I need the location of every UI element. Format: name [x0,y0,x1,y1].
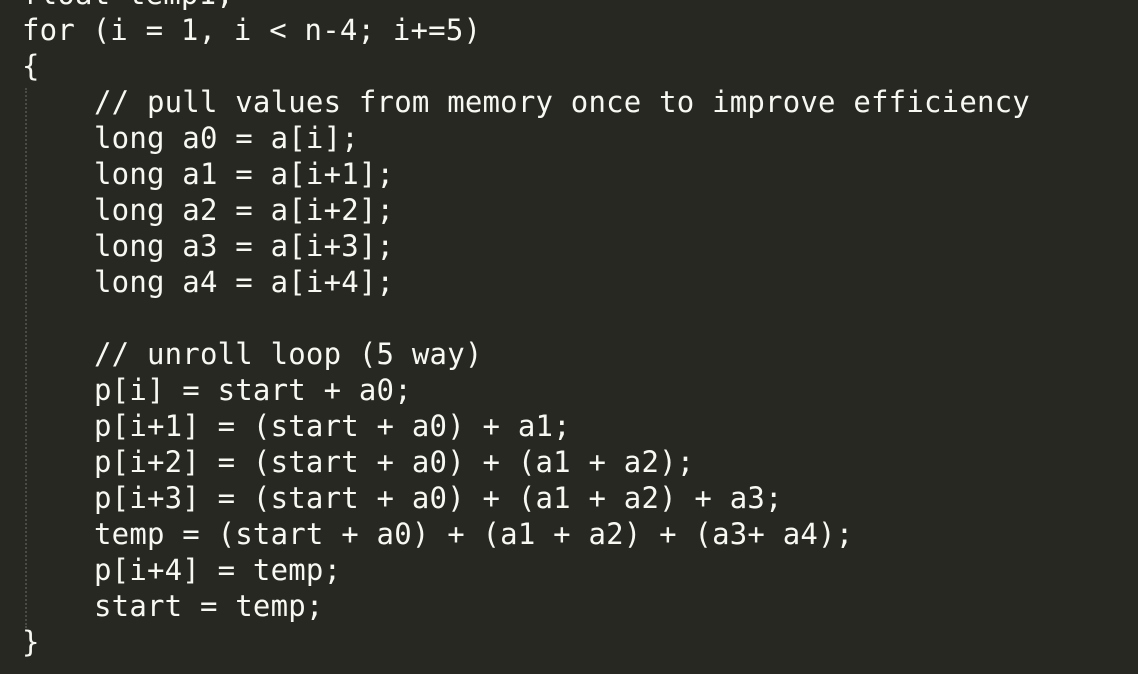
code-line[interactable]: long a3 = a[i+3]; [22,228,1030,264]
code-line[interactable]: { [22,48,1030,84]
code-block[interactable]: float temp1; for (i = 1, i < n-4; i+=5){ /… [22,0,1030,660]
code-line-text: long a1 = a[i+1]; [94,157,395,191]
code-line-text: temp = (start + a0) + (a1 + a2) + (a3+ a… [94,517,854,551]
code-line-text: long a3 = a[i+3]; [94,229,395,263]
code-line[interactable]: float temp1; [22,0,1030,12]
code-line[interactable]: long a2 = a[i+2]; [22,192,1030,228]
code-line[interactable]: // unroll loop (5 way) [22,336,1030,372]
code-line[interactable]: long a1 = a[i+1]; [22,156,1030,192]
code-line-text: } [22,625,40,659]
code-line[interactable]: p[i+4] = temp; [22,552,1030,588]
code-line[interactable] [22,300,1030,336]
code-line[interactable]: p[i] = start + a0; [22,372,1030,408]
code-line-text: long a2 = a[i+2]; [94,193,395,227]
code-line-text: { [22,49,40,83]
code-line-text: long a4 = a[i+4]; [94,265,395,299]
code-line-text: // pull values from memory once to impro… [94,85,1030,119]
code-line-text: p[i+2] = (start + a0) + (a1 + a2); [94,445,695,479]
code-line[interactable]: start = temp; [22,588,1030,624]
code-line[interactable]: long a0 = a[i]; [22,120,1030,156]
code-line-text: start = temp; [94,589,324,623]
code-line[interactable]: long a4 = a[i+4]; [22,264,1030,300]
code-line-text: p[i+3] = (start + a0) + (a1 + a2) + a3; [94,481,783,515]
code-line[interactable]: // pull values from memory once to impro… [22,84,1030,120]
code-line[interactable]: for (i = 1, i < n-4; i+=5) [22,12,1030,48]
code-line[interactable]: } [22,624,1030,660]
code-line-text: for (i = 1, i < n-4; i+=5) [22,13,482,47]
code-line-text: p[i] = start + a0; [94,373,412,407]
code-line[interactable]: p[i+2] = (start + a0) + (a1 + a2); [22,444,1030,480]
code-line[interactable]: temp = (start + a0) + (a1 + a2) + (a3+ a… [22,516,1030,552]
code-line-text: p[i+4] = temp; [94,553,342,587]
code-line-text: float temp1; [22,0,234,11]
code-line-text: long a0 = a[i]; [94,121,359,155]
code-editor[interactable]: float temp1; for (i = 1, i < n-4; i+=5){ /… [0,0,1138,674]
code-line-text: // unroll loop (5 way) [94,337,483,371]
code-line[interactable]: p[i+1] = (start + a0) + a1; [22,408,1030,444]
code-line-text: p[i+1] = (start + a0) + a1; [94,409,571,443]
code-line[interactable]: p[i+3] = (start + a0) + (a1 + a2) + a3; [22,480,1030,516]
